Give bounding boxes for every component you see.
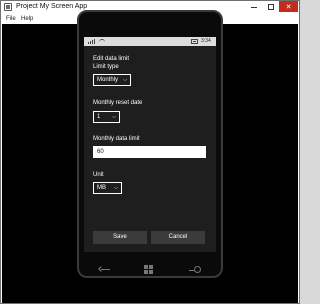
reset-date-value: 1 (97, 114, 101, 120)
reset-date-select[interactable]: 1 ⌵ (93, 111, 120, 123)
data-limit-value: 60 (97, 149, 104, 155)
close-button[interactable]: ✕ (279, 1, 298, 12)
menu-help[interactable]: Help (21, 15, 33, 23)
window-title: Project My Screen App (16, 3, 88, 10)
chevron-down-icon: ⌵ (112, 114, 116, 120)
chevron-down-icon: ⌵ (114, 185, 118, 191)
close-icon: ✕ (285, 3, 292, 11)
data-limit-label: Monthly data limit (93, 136, 140, 142)
save-button[interactable]: Save (93, 231, 147, 244)
cancel-button[interactable]: Cancel (151, 231, 205, 244)
app-icon (4, 3, 12, 11)
battery-icon (191, 39, 198, 44)
chevron-down-icon: ⌵ (123, 77, 127, 83)
start-icon[interactable] (144, 265, 153, 274)
signal-icon (88, 39, 96, 44)
back-icon[interactable] (98, 266, 112, 274)
phone-status-bar: 3:34 (84, 37, 216, 46)
unit-select[interactable]: MB ⌵ (93, 182, 122, 194)
phone-screen: 3:34 Edit data limit Limit type Monthly … (84, 37, 216, 252)
unit-value: MB (97, 185, 106, 191)
maximize-button[interactable] (262, 1, 279, 12)
search-icon[interactable] (188, 265, 202, 274)
unit-label: Unit (93, 172, 104, 178)
minimize-button[interactable] (245, 1, 262, 12)
menu-file[interactable]: File (6, 15, 16, 23)
limit-type-value: Monthly (97, 77, 119, 83)
reset-date-label: Monthly reset date (93, 100, 143, 106)
status-time: 3:34 (201, 38, 211, 44)
maximize-icon (267, 3, 274, 10)
page-title: Edit data limit (93, 56, 130, 62)
limit-type-label: Limit type (93, 64, 119, 70)
wifi-icon (99, 39, 105, 44)
minimize-icon (250, 7, 257, 8)
limit-type-select[interactable]: Monthly ⌵ (93, 74, 131, 86)
data-limit-input[interactable]: 60 (93, 146, 206, 158)
